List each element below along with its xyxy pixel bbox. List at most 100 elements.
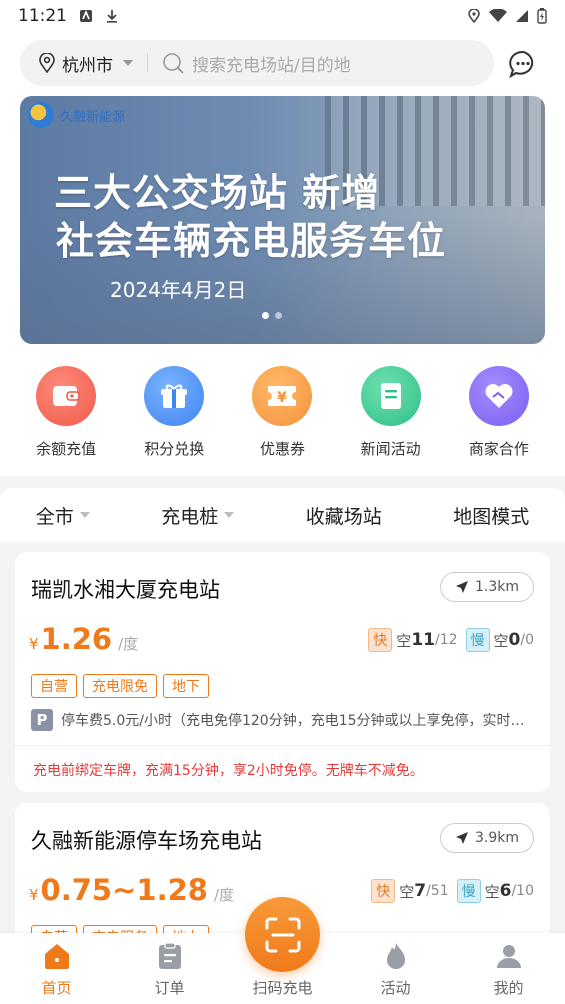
download-icon [107,10,117,23]
filter-charger-type[interactable]: 充电桩 [161,502,235,529]
search-bar[interactable]: 杭州市 搜索充电场站/目的地 [20,40,494,86]
fast-charger-badge: 快 [371,879,396,903]
slow-total-count: /0 [520,632,534,648]
price-value: 0.75~1.28 [40,873,208,907]
wallet-icon [36,366,97,426]
nav-home[interactable]: 首页 [7,941,107,998]
parking-icon: P [31,709,53,731]
slow-charger-badge: 慢 [465,628,490,652]
filter-bar: 全市 充电桩 收藏场站 地图模式 [0,488,565,542]
svg-text:¥: ¥ [278,390,288,406]
quick-action-label: 优惠券 [259,440,305,458]
free-label: 空 [493,631,509,650]
price: ¥ 1.26 /度 [29,622,138,656]
free-label: 空 [396,631,412,650]
scan-icon [265,917,300,952]
brand-logo-icon [28,102,54,128]
promo-banner[interactable]: 久融新能源 三大公交场站 新增 社会车辆充电服务车位 2024年4月2日 [20,96,545,344]
home-icon [44,944,69,969]
quick-action-merchant[interactable]: 商家合作 [449,366,549,466]
price-value: 1.26 [40,622,113,656]
distance-value: 1.3km [474,579,519,595]
banner-dot-2[interactable] [275,312,282,319]
slow-charger-badge: 慢 [456,879,481,903]
filter-map-mode[interactable]: 地图模式 [453,502,529,529]
divider [147,54,148,72]
availability: 快 空 7 /51 慢 空 6 /10 [371,879,534,903]
banner-headline-2: 社会车辆充电服务车位 [56,219,447,263]
nav-label: 首页 [41,979,72,997]
distance-button[interactable]: 1.3km [439,572,534,602]
free-label: 空 [484,882,500,901]
nav-label: 我的 [493,979,524,997]
nav-profile[interactable]: 我的 [459,941,559,998]
coupon-icon: ¥ [252,366,313,426]
nav-orders[interactable]: 订单 [120,941,220,998]
app-notification-icon [80,9,92,22]
wifi-icon [489,9,507,22]
navigation-arrow-icon [455,832,468,844]
chevron-down-icon [123,60,133,66]
station-tags: 自营 充电限免 地下 [31,674,209,698]
banner-dot-1[interactable] [262,312,269,319]
distance-value: 3.9km [474,830,519,846]
user-icon [496,945,521,968]
fire-icon [386,943,405,969]
gift-icon [144,366,205,426]
station-notice: 充电前绑定车牌，充满15分钟，享2小时免停。无牌车不减免。 [33,763,424,779]
free-label: 空 [399,882,415,901]
navigation-arrow-icon [455,581,468,593]
fast-charger-badge: 快 [368,628,393,652]
station-tag: 自营 [31,674,77,698]
battery-icon [537,8,547,24]
availability: 快 空 11 /12 慢 空 0 /0 [368,628,534,652]
quick-action-points[interactable]: 积分兑换 [124,366,224,466]
parking-info: P 停车费5.0元/小时（充电免停120分钟，充电15分钟或以上享免停，实时计费… [31,708,536,732]
fast-free-count: 7 [414,881,427,901]
scan-charge-button[interactable] [245,897,320,972]
city-selector[interactable]: 杭州市 [38,51,133,76]
location-icon [468,9,480,23]
price-unit: /度 [213,886,235,904]
signal-icon [516,10,528,22]
station-name: 久融新能源停车场充电站 [31,829,262,853]
banner-headline-1: 三大公交场站 新增 [54,171,381,215]
parking-text: 停车费5.0元/小时（充电免停120分钟，充电15分钟或以上享免停，实时计费） [61,713,536,729]
news-icon [360,366,421,426]
filter-label: 全市 [35,505,74,528]
order-icon [158,942,181,969]
quick-action-label: 积分兑换 [144,440,205,458]
message-icon[interactable] [508,49,538,79]
price-unit: /度 [118,635,139,653]
filter-label: 地图模式 [453,505,530,528]
chevron-down-icon [224,512,235,518]
quick-action-coupon[interactable]: ¥ 优惠券 [232,366,332,466]
fast-total-count: /51 [426,883,449,899]
distance-button[interactable]: 3.9km [439,823,534,853]
banner-pagination [262,312,282,319]
banner-logo-text: 久融新能源 [60,109,126,125]
filter-label: 收藏场站 [305,505,382,528]
slow-total-count: /10 [511,883,534,899]
header: 杭州市 搜索充电场站/目的地 [0,32,565,94]
banner-date: 2024年4月2日 [110,278,247,302]
station-card[interactable]: 瑞凯水湘大厦充电站 1.3km ¥ 1.26 /度 快 空 11 /12 慢 空… [15,552,550,792]
city-label: 杭州市 [62,55,113,76]
search-input[interactable]: 搜索充电场站/目的地 [192,51,351,76]
filter-favorites[interactable]: 收藏场站 [306,502,382,529]
filter-city[interactable]: 全市 [36,502,90,529]
fast-free-count: 11 [411,630,435,650]
station-tag: 地下 [163,674,209,698]
nav-label: 活动 [380,979,411,997]
quick-action-recharge[interactable]: 余额充值 [16,366,116,466]
nav-activities[interactable]: 活动 [346,941,446,998]
fast-total-count: /12 [434,632,458,648]
quick-action-news[interactable]: 新闻活动 [341,366,441,466]
currency-symbol: ¥ [29,886,39,904]
status-time: 11:21 [18,6,67,26]
handshake-icon [468,366,529,426]
filter-label: 充电桩 [161,505,219,528]
quick-actions: 余额充值 积分兑换 ¥ 优惠券 新闻活动 商家合作 [0,366,565,466]
search-icon [163,53,184,74]
status-bar: 11:21 [0,0,565,32]
